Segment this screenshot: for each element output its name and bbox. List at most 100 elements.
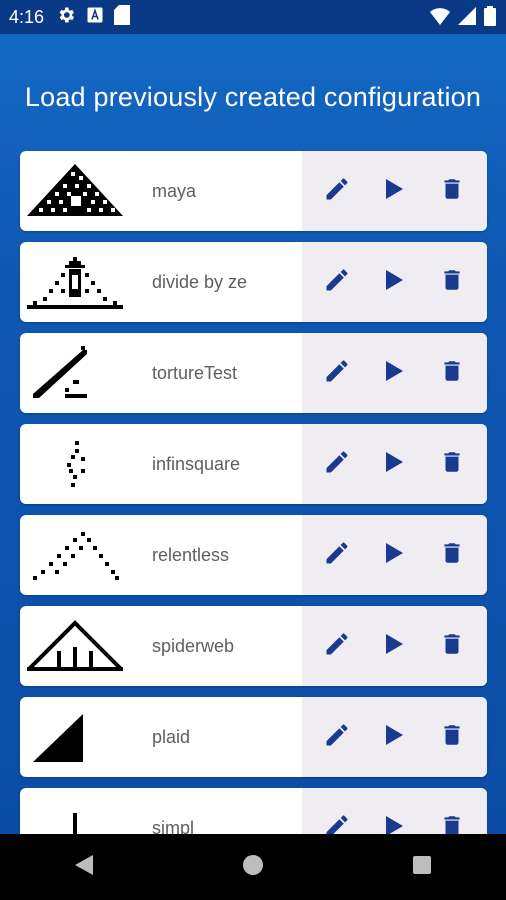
edit-icon [323,357,351,390]
pattern-preview-image [20,697,130,777]
row-actions [302,697,487,777]
configuration-name: tortureTest [152,362,238,383]
delete-button[interactable] [432,808,472,834]
delete-button[interactable] [432,535,472,575]
delete-button[interactable] [432,262,472,302]
play-button[interactable] [374,626,414,666]
edit-icon [323,630,351,663]
delete-icon [439,448,465,481]
recents-icon [412,855,432,880]
pattern-preview-image [20,333,130,413]
play-icon [384,360,404,387]
edit-icon [323,175,351,208]
delete-icon [439,357,465,390]
row-actions [302,333,487,413]
delete-icon [439,266,465,299]
configuration-list[interactable]: maya divide by ze tortureTest infinsquar… [20,151,487,834]
configuration-name: maya [152,180,197,201]
delete-icon [439,812,465,834]
settings-icon [56,5,76,30]
font-a-icon [86,6,104,29]
play-icon [384,269,404,296]
row-actions [302,515,487,595]
configuration-item[interactable]: maya [20,151,302,231]
edit-button[interactable] [317,353,357,393]
play-icon [384,724,404,751]
row-actions [302,606,487,686]
navigation-bar [0,834,506,900]
edit-button[interactable] [317,808,357,834]
play-icon [384,451,404,478]
play-icon [384,633,404,660]
status-time: 4:16 [9,6,45,27]
delete-icon [439,721,465,754]
configuration-item[interactable]: relentless [20,515,302,595]
configuration-item[interactable]: spiderweb [20,606,302,686]
pattern-preview-image [20,424,130,504]
play-icon [384,178,404,205]
delete-button[interactable] [432,444,472,484]
edit-icon [323,539,351,572]
battery-icon [484,6,496,31]
back-icon [73,853,95,882]
pattern-preview-image [20,788,130,834]
edit-icon [323,721,351,754]
back-button[interactable] [64,847,104,887]
configuration-item[interactable]: divide by ze [20,242,302,322]
delete-button[interactable] [432,353,472,393]
recents-button[interactable] [402,847,442,887]
edit-button[interactable] [317,535,357,575]
configuration-item[interactable]: infinsquare [20,424,302,504]
play-button[interactable] [374,717,414,757]
configuration-card: infinsquare [20,424,487,504]
play-button[interactable] [374,808,414,834]
page-title: Load previously created configuration [24,82,482,112]
play-button[interactable] [374,171,414,211]
pattern-preview-image [20,515,130,595]
edit-button[interactable] [317,171,357,211]
configuration-name: spiderweb [152,635,235,656]
play-icon [384,815,404,834]
configuration-card: maya [20,151,487,231]
play-button[interactable] [374,535,414,575]
row-actions [302,788,487,834]
play-icon [384,542,404,569]
row-actions [302,151,487,231]
configuration-name: divide by ze [152,271,248,292]
delete-icon [439,175,465,208]
row-actions [302,242,487,322]
home-icon [242,854,264,881]
configuration-card: plaid [20,697,487,777]
edit-icon [323,812,351,834]
row-actions [302,424,487,504]
app-content: Load previously created configuration ma… [0,34,506,834]
pattern-preview-image [20,606,130,686]
edit-icon [323,448,351,481]
pattern-preview-image [20,151,130,231]
configuration-item[interactable]: tortureTest [20,333,302,413]
configuration-name: plaid [152,726,191,747]
edit-button[interactable] [317,444,357,484]
configuration-card: relentless [20,515,487,595]
configuration-card: divide by ze [20,242,487,322]
play-button[interactable] [374,353,414,393]
delete-button[interactable] [432,171,472,211]
edit-button[interactable] [317,626,357,666]
delete-button[interactable] [432,717,472,757]
configuration-item[interactable]: simpl [20,788,302,834]
play-button[interactable] [374,262,414,302]
edit-button[interactable] [317,262,357,302]
edit-icon [323,266,351,299]
configuration-name: simpl [152,817,195,835]
configuration-name: relentless [152,544,230,565]
configuration-name: infinsquare [152,453,241,474]
play-button[interactable] [374,444,414,484]
home-button[interactable] [233,847,273,887]
delete-icon [439,539,465,572]
pattern-preview-image [20,242,130,322]
delete-button[interactable] [432,626,472,666]
cellular-icon [458,7,476,30]
wifi-icon [430,7,450,30]
edit-button[interactable] [317,717,357,757]
configuration-item[interactable]: plaid [20,697,302,777]
